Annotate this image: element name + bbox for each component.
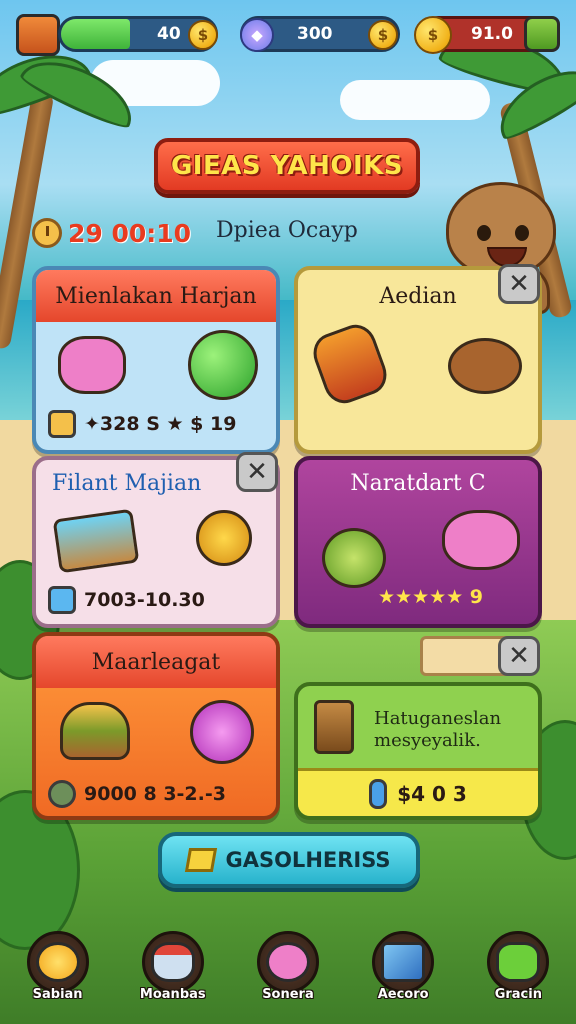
quest-card-4[interactable]: Naratdart C ★★★★★ 9 xyxy=(294,456,542,628)
nav-label: Sonera xyxy=(262,987,314,1002)
clock-icon xyxy=(32,218,62,248)
timer-value: 29 00:10 xyxy=(68,218,192,248)
event-title-banner: GIEAS YAHOIKS xyxy=(154,138,420,194)
nav-item-moanbas[interactable]: Moanbas xyxy=(133,931,213,1002)
card-1-title: Mienlakan Harjan xyxy=(55,283,257,309)
green-orb-icon xyxy=(188,330,258,400)
gem-icon: ◆ xyxy=(240,18,274,52)
card-1-reward: ✦328 S ★ $ 19 xyxy=(84,413,237,435)
card-3-reward: 7003-10.30 xyxy=(84,589,205,611)
nav-label: Sabian xyxy=(32,987,83,1002)
pig-icon xyxy=(265,942,310,982)
shop-crate-icon[interactable] xyxy=(524,16,560,52)
card-2-title: Aedian xyxy=(379,283,457,309)
pink-axolotl-icon xyxy=(58,336,126,394)
burger-stack-icon xyxy=(60,702,130,760)
card-1-header: Mienlakan Harjan xyxy=(36,270,276,322)
card-4-title: Naratdart C xyxy=(350,470,486,496)
card-6-reward-bar: $4 0 3 xyxy=(298,768,538,816)
coin-stack-icon: $ xyxy=(414,16,452,54)
card-4-reward: ★★★★★ 9 xyxy=(378,586,484,608)
close-icon[interactable]: ✕ xyxy=(236,452,278,492)
card-6-title: Hatuganeslan mesyeyalik. xyxy=(374,708,502,751)
nav-item-sabian[interactable]: Sabian xyxy=(18,931,98,1002)
gems-coin-icon: $ xyxy=(368,20,398,50)
melon-bomb-icon xyxy=(322,528,386,588)
collect-button[interactable]: GASOLHERISS xyxy=(158,832,420,888)
card-5-header: Maarleagat xyxy=(36,636,276,688)
treasure-chest-icon[interactable] xyxy=(16,14,60,56)
event-subtitle: Dpiea Ocayp xyxy=(216,218,358,243)
coin-slot-icon xyxy=(48,780,76,808)
energy-fill xyxy=(61,19,131,49)
card-6-reward: $4 0 3 xyxy=(397,781,467,806)
energy-coin-icon: $ xyxy=(188,20,218,50)
bear-icon xyxy=(150,942,195,982)
event-timer: 29 00:10 xyxy=(32,217,191,249)
close-icon[interactable]: ✕ xyxy=(498,264,540,304)
gold-gem-icon xyxy=(185,848,218,872)
bottom-nav: Sabian Moanbas Sonera Aecoro Gracin xyxy=(0,915,576,1024)
quest-card-6[interactable]: Hatuganeslan mesyeyalik. $4 0 3 xyxy=(294,682,542,820)
frog-icon xyxy=(496,942,541,982)
turtle-fruit-icon xyxy=(448,338,522,394)
nav-item-aecoro[interactable]: Aecoro xyxy=(363,931,443,1002)
energy-value: 40 xyxy=(157,24,181,44)
nav-item-gracin[interactable]: Gracin xyxy=(478,931,558,1002)
coins-value: 91.0 xyxy=(471,24,513,44)
nav-label: Moanbas xyxy=(139,987,206,1002)
nav-label: Aecoro xyxy=(377,987,429,1002)
card-4-header: Naratdart C xyxy=(298,460,538,506)
collect-button-label: GASOLHERISS xyxy=(225,848,391,872)
gems-value: 300 xyxy=(297,24,333,44)
nav-label: Gracin xyxy=(494,987,542,1002)
top-hud: 40 $ 300 ◆ $ 91.0 $ xyxy=(0,8,576,58)
pineapple-scroll-icon xyxy=(307,319,393,409)
book-icon xyxy=(381,942,426,982)
event-title: GIEAS YAHOIKS xyxy=(170,151,404,181)
pink-pig-icon xyxy=(442,510,520,570)
card-3-title: Filant Majian xyxy=(52,470,202,496)
close-icon[interactable]: ✕ xyxy=(498,636,540,676)
lantern-icon xyxy=(314,700,354,754)
sun-icon xyxy=(35,942,80,982)
card-5-reward: 9000 8 3-2.-3 xyxy=(84,783,226,805)
gold-coin-icon xyxy=(196,510,252,566)
potion-icon xyxy=(369,778,388,809)
card-5-title: Maarleagat xyxy=(91,649,221,675)
quest-card-1[interactable]: Mienlakan Harjan ✦328 S ★ $ 19 xyxy=(32,266,280,454)
reward-slot-icon xyxy=(48,410,76,438)
treasure-box-icon xyxy=(52,508,140,574)
nav-item-sonera[interactable]: Sonera xyxy=(248,931,328,1002)
magic-orb-icon xyxy=(190,700,254,764)
reward-slot-icon xyxy=(48,586,76,614)
quest-card-5[interactable]: Maarleagat 9000 8 3-2.-3 xyxy=(32,632,280,820)
